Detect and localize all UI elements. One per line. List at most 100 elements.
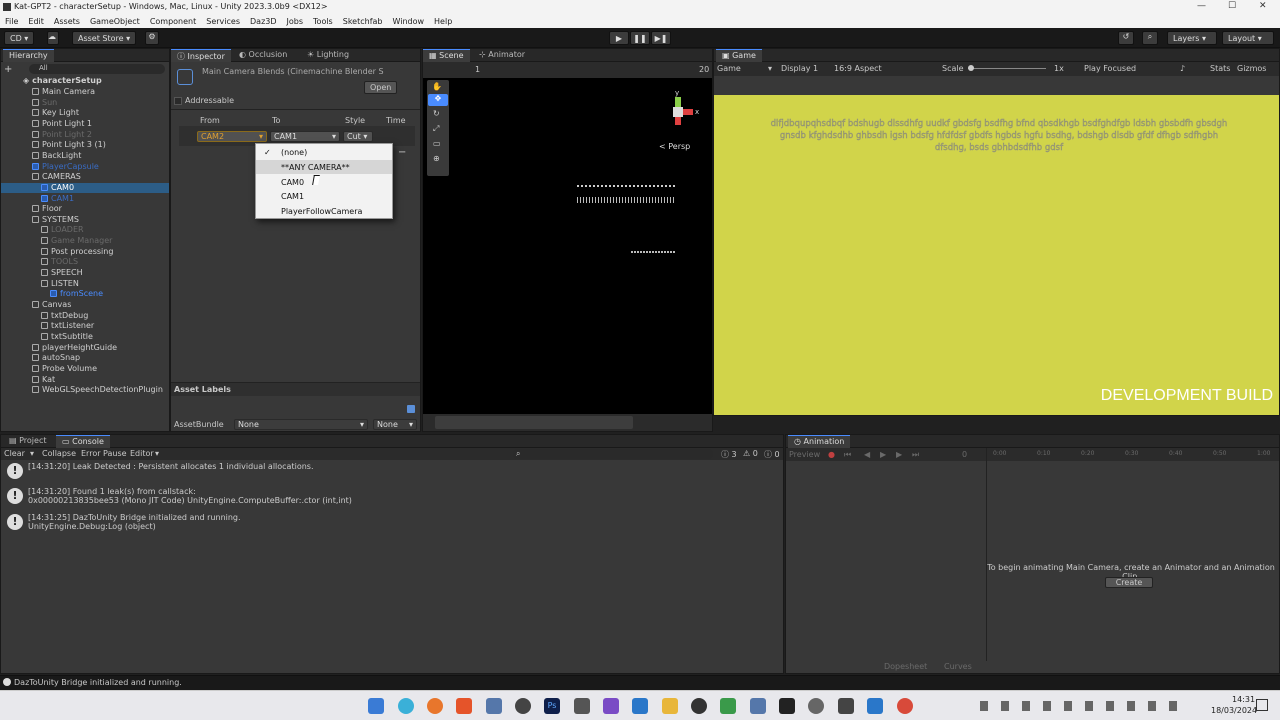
app-icon[interactable] [750, 698, 766, 714]
layout-dropdown[interactable]: Layout ▾ [1222, 31, 1274, 45]
menu-component[interactable]: Component [150, 17, 196, 26]
cloud-icon[interactable]: ☁ [47, 31, 59, 45]
rotate-tool-icon[interactable]: ↻ [433, 109, 440, 118]
camera-number[interactable]: 20 [699, 65, 709, 74]
last-key-button[interactable]: ⏭ [912, 450, 919, 460]
audio-icon[interactable]: ♪ [1180, 64, 1185, 73]
hierarchy-item[interactable]: WebGLSpeechDetectionPlugin [32, 385, 163, 396]
app-icon[interactable] [691, 698, 707, 714]
persp-label[interactable]: < Persp [659, 142, 690, 151]
menu-gameobject[interactable]: GameObject [90, 17, 140, 26]
clock-time[interactable]: 14:31 [1232, 695, 1255, 704]
console-message[interactable]: [14:31:20] Found 1 leak(s) from callstac… [1, 487, 784, 505]
info-count[interactable]: ⓘ 3 [721, 449, 737, 460]
dropdown-option[interactable]: CAM0 [256, 175, 392, 189]
hierarchy-item[interactable]: TOOLS [41, 257, 78, 268]
variant-dropdown[interactable]: None ▾ [373, 419, 417, 430]
scale-slider[interactable] [968, 68, 1046, 69]
tab-lighting[interactable]: ☀ Lighting [301, 49, 355, 62]
unity-icon[interactable] [779, 698, 795, 714]
hierarchy-item[interactable]: autoSnap [32, 353, 80, 364]
menu-sketchfab[interactable]: Sketchfab [343, 17, 383, 26]
folder-icon[interactable] [662, 698, 678, 714]
overlay-toolbar[interactable] [435, 416, 633, 429]
tab-hierarchy[interactable]: Hierarchy [3, 49, 54, 62]
app-icon[interactable] [720, 698, 736, 714]
notification-icon[interactable] [1256, 699, 1268, 711]
app-icon[interactable] [867, 698, 883, 714]
error-pause-button[interactable]: Error Pause [81, 449, 127, 458]
tab-console[interactable]: ▭ Console [56, 435, 110, 448]
prev-key-button[interactable]: ◀ [864, 450, 870, 459]
scale-slider-handle[interactable] [968, 65, 974, 71]
hierarchy-item[interactable]: LOADER [41, 225, 84, 236]
menu-file[interactable]: File [5, 17, 18, 26]
tab-game[interactable]: ▣ Game [716, 49, 762, 62]
console-search-input[interactable] [513, 449, 713, 459]
menu-services[interactable]: Services [206, 17, 240, 26]
hierarchy-item[interactable]: LISTEN [41, 279, 79, 290]
hierarchy-item[interactable]: Floor [32, 204, 62, 215]
hierarchy-item[interactable]: Main Camera [32, 87, 95, 98]
game-mode-dropdown[interactable]: Game [717, 64, 741, 73]
hierarchy-item[interactable]: Point Light 1 [32, 119, 92, 130]
menu-assets[interactable]: Assets [54, 17, 80, 26]
start-icon[interactable] [368, 698, 384, 714]
hierarchy-item[interactable]: SPEECH [41, 268, 83, 279]
hierarchy-item[interactable]: fromScene [50, 289, 103, 300]
dropdown-option[interactable]: **ANY CAMERA** [256, 159, 392, 174]
zoom-value[interactable]: 1 [475, 65, 480, 74]
maximize-button[interactable]: ☐ [1228, 1, 1236, 11]
console-message[interactable]: [14:31:20] Leak Detected : Persistent al… [1, 462, 784, 471]
editor-dropdown[interactable]: Editor [130, 449, 154, 458]
create-button[interactable]: Create [1105, 577, 1153, 588]
dropdown-option[interactable]: PlayerFollowCamera [256, 204, 392, 218]
unity-hub-icon[interactable] [838, 698, 854, 714]
system-tray-icons[interactable] [980, 701, 1185, 711]
history-icon[interactable]: ↺ [1118, 31, 1134, 45]
from-dropdown[interactable]: CAM2 ▾ [197, 131, 267, 142]
hierarchy-search-input[interactable]: All [29, 64, 165, 74]
menu-jobs[interactable]: Jobs [287, 17, 304, 26]
hierarchy-item[interactable]: PlayerCapsule [32, 162, 99, 173]
dropdown-option[interactable]: CAM1 [256, 189, 392, 203]
scene-gizmo[interactable]: y x [659, 89, 699, 129]
hierarchy-item[interactable]: txtListener [41, 321, 94, 332]
clear-chevron-icon[interactable]: ▾ [30, 449, 34, 458]
notepad-icon[interactable] [632, 698, 648, 714]
chrome-icon[interactable] [897, 698, 913, 714]
hierarchy-item[interactable]: Probe Volume [32, 364, 97, 375]
dropdown-option[interactable]: ✓ (none) [256, 145, 392, 159]
open-button[interactable]: Open [364, 81, 398, 94]
hierarchy-item[interactable]: Key Light [32, 108, 79, 119]
hierarchy-item[interactable]: CAM1 [41, 194, 74, 205]
gear-icon[interactable]: ⚙ [145, 31, 159, 45]
hierarchy-item[interactable]: Kat [32, 375, 55, 386]
assetbundle-dropdown[interactable]: None ▾ [234, 419, 368, 430]
hierarchy-item[interactable]: BackLight [32, 151, 81, 162]
hierarchy-item[interactable]: txtDebug [41, 311, 88, 322]
tab-scene[interactable]: ▦ Scene [423, 49, 470, 62]
clock-date[interactable]: 18/03/2024 [1211, 706, 1257, 715]
warning-count[interactable]: ⚠ 0 [743, 449, 758, 458]
dopesheet-button[interactable]: Dopesheet [884, 662, 927, 671]
brave-icon[interactable] [456, 698, 472, 714]
remove-row-button[interactable]: − [398, 147, 406, 158]
stats-button[interactable]: Stats [1210, 64, 1230, 73]
app-icon[interactable] [486, 698, 502, 714]
hierarchy-item[interactable]: Sun [32, 98, 57, 109]
display-dropdown[interactable]: Display 1 [781, 64, 818, 73]
clear-button[interactable]: Clear [4, 449, 25, 458]
hierarchy-item[interactable]: Game Manager [41, 236, 112, 247]
tab-animator[interactable]: ⊹ Animator [473, 49, 531, 62]
collapse-button[interactable]: Collapse [42, 449, 76, 458]
menu-help[interactable]: Help [434, 17, 452, 26]
search-icon[interactable]: ⌕ [1142, 31, 1158, 45]
hierarchy-item[interactable]: txtSubtitle [41, 332, 93, 343]
hierarchy-item[interactable]: Point Light 2 [32, 130, 92, 141]
hierarchy-item[interactable]: SYSTEMS [32, 215, 79, 226]
game-view[interactable]: dlfjdbqupqhsdbqf bdshugb dlssdhfg uudkf … [714, 95, 1279, 415]
scale-tool-icon[interactable]: ⤢ [433, 124, 439, 134]
tag-icon[interactable] [407, 405, 415, 413]
step-button[interactable]: ▶❚ [651, 31, 671, 45]
